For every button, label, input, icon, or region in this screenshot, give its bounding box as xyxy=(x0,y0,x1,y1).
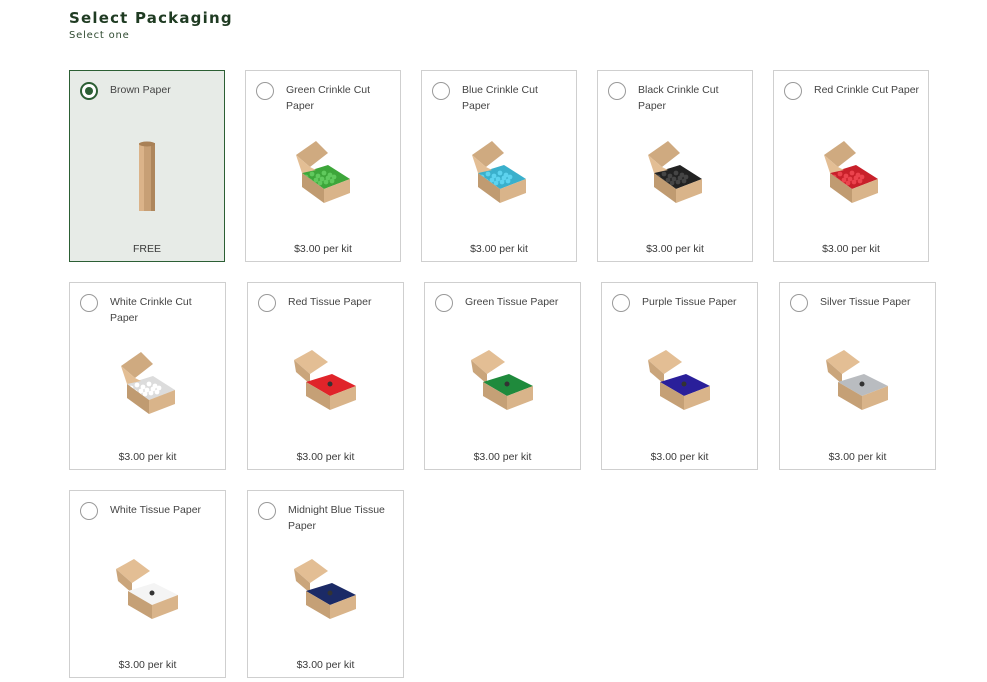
option-price: FREE xyxy=(132,243,161,255)
option-label: Green Tissue Paper xyxy=(465,296,559,308)
option-price: $3.00 per kit xyxy=(650,451,709,463)
option-label: Blue Crinkle Cut Paper xyxy=(462,84,538,112)
option-price: $3.00 per kit xyxy=(118,659,177,671)
radio-button[interactable] xyxy=(80,502,98,520)
crinkle-box-icon xyxy=(464,137,534,209)
option-price: $3.00 per kit xyxy=(473,451,532,463)
crinkle-box-icon xyxy=(288,137,358,209)
radio-button[interactable] xyxy=(256,82,274,100)
tissue-box-icon xyxy=(112,557,184,625)
radio-button[interactable] xyxy=(612,294,630,312)
option-label: Red Tissue Paper xyxy=(288,296,372,308)
crinkle-box-icon xyxy=(816,137,886,209)
option-label: Red Crinkle Cut Paper xyxy=(814,84,920,96)
option-label: Midnight Blue Tissue Paper xyxy=(288,504,385,532)
option-label: Silver Tissue Paper xyxy=(820,296,911,308)
packaging-page: Select Packaging Select one Brown Paper … xyxy=(0,0,987,682)
radio-button[interactable] xyxy=(80,82,98,100)
packaging-option-green-crinkle[interactable]: Green Crinkle Cut Paper $3.00 per kit xyxy=(245,70,401,262)
radio-button[interactable] xyxy=(80,294,98,312)
option-label: Purple Tissue Paper xyxy=(642,296,737,308)
radio-button[interactable] xyxy=(790,294,808,312)
crinkle-box-icon xyxy=(113,348,183,420)
radio-button[interactable] xyxy=(258,502,276,520)
option-price: $3.00 per kit xyxy=(646,243,704,255)
radio-button[interactable] xyxy=(432,82,450,100)
packaging-option-white-tissue[interactable]: White Tissue Paper $3.00 per kit xyxy=(69,490,226,678)
radio-button[interactable] xyxy=(608,82,626,100)
page-subtitle: Select one xyxy=(69,30,130,41)
option-label: Black Crinkle Cut Paper xyxy=(638,84,719,112)
packaging-option-red-tissue[interactable]: Red Tissue Paper $3.00 per kit xyxy=(247,282,404,470)
option-price: $3.00 per kit xyxy=(828,451,887,463)
option-label: Brown Paper xyxy=(110,84,171,96)
tissue-box-icon xyxy=(822,348,894,416)
packaging-option-silver-tissue[interactable]: Silver Tissue Paper $3.00 per kit xyxy=(779,282,936,470)
option-price: $3.00 per kit xyxy=(470,243,528,255)
radio-button[interactable] xyxy=(435,294,453,312)
packaging-option-green-tissue[interactable]: Green Tissue Paper $3.00 per kit xyxy=(424,282,581,470)
tissue-box-icon xyxy=(644,348,716,416)
packaging-option-black-crinkle[interactable]: Black Crinkle Cut Paper $3.00 per kit xyxy=(597,70,753,262)
paper-roll-icon xyxy=(135,139,159,215)
option-price: $3.00 per kit xyxy=(294,243,352,255)
radio-button[interactable] xyxy=(784,82,802,100)
option-price: $3.00 per kit xyxy=(822,243,880,255)
tissue-box-icon xyxy=(467,348,539,416)
option-price: $3.00 per kit xyxy=(118,451,177,463)
packaging-option-midnight-blue-tissue[interactable]: Midnight Blue Tissue Paper $3.00 per kit xyxy=(247,490,404,678)
packaging-option-brown-paper[interactable]: Brown Paper FREE xyxy=(69,70,225,262)
tissue-box-icon xyxy=(290,348,362,416)
radio-button[interactable] xyxy=(258,294,276,312)
option-label: Green Crinkle Cut Paper xyxy=(286,84,371,112)
crinkle-box-icon xyxy=(640,137,710,209)
packaging-option-blue-crinkle[interactable]: Blue Crinkle Cut Paper $3.00 per kit xyxy=(421,70,577,262)
packaging-option-red-crinkle[interactable]: Red Crinkle Cut Paper $3.00 per kit xyxy=(773,70,929,262)
option-label: White Crinkle Cut Paper xyxy=(110,296,192,324)
packaging-option-white-crinkle[interactable]: White Crinkle Cut Paper $3.00 per kit xyxy=(69,282,226,470)
tissue-box-icon xyxy=(290,557,362,625)
option-price: $3.00 per kit xyxy=(296,451,355,463)
packaging-option-purple-tissue[interactable]: Purple Tissue Paper $3.00 per kit xyxy=(601,282,758,470)
option-label: White Tissue Paper xyxy=(110,504,202,516)
option-price: $3.00 per kit xyxy=(296,659,355,671)
page-title: Select Packaging xyxy=(69,9,233,27)
